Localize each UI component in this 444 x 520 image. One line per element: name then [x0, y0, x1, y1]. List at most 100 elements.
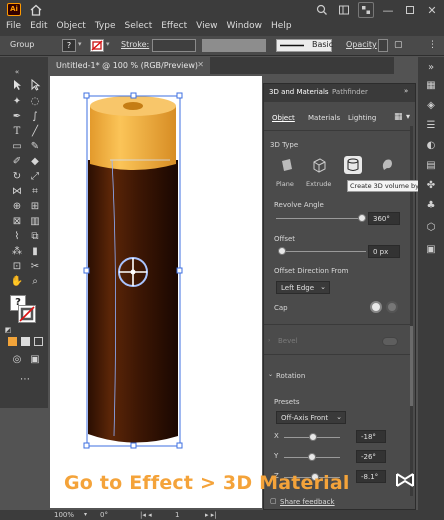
bevel-toggle[interactable]: [382, 337, 398, 346]
subtab-lighting[interactable]: Lighting: [348, 114, 376, 122]
opacity-label[interactable]: Opacity: [346, 40, 377, 49]
slice-tool-icon[interactable]: ✂: [28, 260, 42, 274]
libraries-panel-icon[interactable]: ☰: [424, 119, 438, 133]
color-mode-icon[interactable]: [8, 337, 17, 346]
mesh-tool-icon[interactable]: ⊠: [10, 215, 24, 229]
symbols-panel-icon[interactable]: ♣: [424, 199, 438, 213]
zoom-tool-icon[interactable]: ⌕: [28, 275, 42, 289]
offset-direction-dropdown[interactable]: Left Edge ⌄: [276, 281, 330, 294]
next-artboard-icon[interactable]: ▸ ▸|: [205, 511, 217, 519]
home-icon[interactable]: [29, 3, 43, 17]
menu-file[interactable]: File: [6, 21, 21, 31]
none-mode-icon[interactable]: [34, 337, 43, 346]
direct-selection-tool-icon[interactable]: [28, 78, 42, 93]
cap-off-button[interactable]: [386, 301, 398, 313]
close-icon[interactable]: ✕: [424, 2, 440, 18]
revolve-angle-field[interactable]: 360°: [368, 212, 400, 225]
gradient-mode-icon[interactable]: [21, 337, 30, 346]
eraser-tool-icon[interactable]: ◆: [28, 155, 42, 169]
type-inflate-button[interactable]: [378, 156, 396, 174]
subtab-materials[interactable]: Materials: [308, 114, 340, 122]
rotation-y-knob[interactable]: [308, 453, 316, 461]
curvature-tool-icon[interactable]: ∫: [28, 110, 42, 124]
rotation-view[interactable]: 0°: [100, 511, 108, 519]
zoom-level[interactable]: 100%: [54, 511, 74, 519]
perspective-grid-tool-icon[interactable]: ⊞: [28, 200, 42, 214]
offset-track[interactable]: [282, 251, 366, 252]
arrange-icon[interactable]: [358, 2, 374, 18]
type-tool-icon[interactable]: T: [10, 125, 24, 139]
width-tool-icon[interactable]: ⋈: [10, 185, 24, 199]
brushes-panel-icon[interactable]: ✤: [424, 179, 438, 193]
first-artboard-icon[interactable]: |◂ ◂: [140, 511, 152, 519]
style-swatch-icon[interactable]: ▢: [394, 40, 403, 50]
magic-wand-icon[interactable]: ✦: [10, 95, 24, 109]
collapse-toolbar-icon[interactable]: «: [10, 65, 24, 79]
share-feedback-link[interactable]: Share feedback: [280, 498, 335, 506]
pen-tool-icon[interactable]: ✒: [10, 110, 24, 124]
variable-width-profile[interactable]: [202, 39, 266, 52]
swatches-panel-icon[interactable]: ▤: [424, 159, 438, 173]
tab-pathfinder[interactable]: Pathfinder: [332, 88, 368, 96]
menu-view[interactable]: View: [196, 21, 217, 31]
menu-select[interactable]: Select: [124, 21, 152, 31]
stroke-swatch-icon[interactable]: [18, 305, 36, 323]
menu-edit[interactable]: Edit: [30, 21, 47, 31]
feedback-icon[interactable]: ▢: [270, 497, 277, 505]
draw-mode-icon[interactable]: ◎: [10, 353, 24, 367]
bevel-chevron-icon[interactable]: ›: [268, 337, 270, 344]
layers-panel-icon[interactable]: ◈: [424, 99, 438, 113]
render-dropdown-icon[interactable]: ▾: [406, 112, 410, 121]
revolve-angle-track[interactable]: [276, 218, 366, 219]
bottle-artwork[interactable]: [50, 76, 262, 508]
stroke-weight-field[interactable]: [152, 39, 196, 52]
selection-tool-icon[interactable]: [10, 79, 24, 93]
subtab-object[interactable]: Object: [272, 114, 295, 122]
revolve-angle-knob[interactable]: [358, 214, 366, 222]
offset-field[interactable]: 0 px: [368, 245, 400, 258]
close-tab-icon[interactable]: ✕: [197, 60, 204, 69]
menu-object[interactable]: Object: [57, 21, 86, 31]
color-panel-icon[interactable]: ◐: [424, 139, 438, 153]
type-plane-button[interactable]: [278, 156, 296, 174]
presets-dropdown[interactable]: Off-Axis Front ⌄: [276, 411, 346, 424]
menu-help[interactable]: Help: [271, 21, 292, 31]
scale-tool-icon[interactable]: ⤢: [28, 170, 42, 184]
fill-question-icon[interactable]: ?: [62, 39, 76, 52]
opacity-field[interactable]: [378, 39, 388, 52]
default-fill-stroke-icon[interactable]: ◩: [4, 323, 12, 334]
type-extrude-button[interactable]: [310, 156, 328, 174]
column-graph-tool-icon[interactable]: ▮: [28, 245, 42, 259]
properties-panel-icon[interactable]: ▦: [424, 79, 438, 93]
stroke-swatch[interactable]: [90, 39, 104, 52]
free-transform-tool-icon[interactable]: ⌗: [28, 185, 42, 199]
rotation-x-field[interactable]: -18°: [356, 430, 386, 443]
symbol-sprayer-tool-icon[interactable]: ⁂: [10, 245, 24, 259]
screen-mode-icon[interactable]: ▣: [28, 353, 42, 367]
rotate-tool-icon[interactable]: ↻: [10, 170, 24, 184]
hand-tool-icon[interactable]: ✋: [10, 275, 24, 289]
search-icon[interactable]: [314, 2, 330, 18]
blend-tool-icon[interactable]: ⧉: [28, 230, 42, 244]
render-settings-icon[interactable]: ▦: [394, 112, 403, 122]
edit-toolbar-icon[interactable]: ⋯: [18, 373, 32, 387]
panel-scrollbar-thumb[interactable]: [410, 326, 413, 406]
eyedropper-tool-icon[interactable]: ⌇: [10, 230, 24, 244]
rotation-z-field[interactable]: -8.1°: [356, 470, 386, 483]
fill-dropdown-icon[interactable]: ▾: [78, 40, 82, 48]
zoom-dropdown-icon[interactable]: ▾: [84, 511, 87, 518]
document-tab[interactable]: Untitled-1* @ 100 % (RGB/Preview) ✕: [50, 57, 210, 74]
cap-on-button[interactable]: [370, 301, 382, 313]
artboard-tool-icon[interactable]: ⊡: [10, 260, 24, 274]
artboard-number[interactable]: 1: [175, 511, 179, 519]
rotation-y-field[interactable]: -26°: [356, 450, 386, 463]
stroke-label[interactable]: Stroke:: [121, 40, 149, 49]
workspace-icon[interactable]: [336, 2, 352, 18]
rectangle-tool-icon[interactable]: ▭: [10, 140, 24, 154]
minimize-icon[interactable]: —: [380, 2, 396, 18]
shaper-tool-icon[interactable]: ✐: [10, 155, 24, 169]
offset-knob[interactable]: [278, 247, 286, 255]
type-revolve-button[interactable]: [344, 156, 362, 174]
transform-panel-icon[interactable]: ▣: [424, 243, 438, 257]
paintbrush-tool-icon[interactable]: ✎: [28, 140, 42, 154]
